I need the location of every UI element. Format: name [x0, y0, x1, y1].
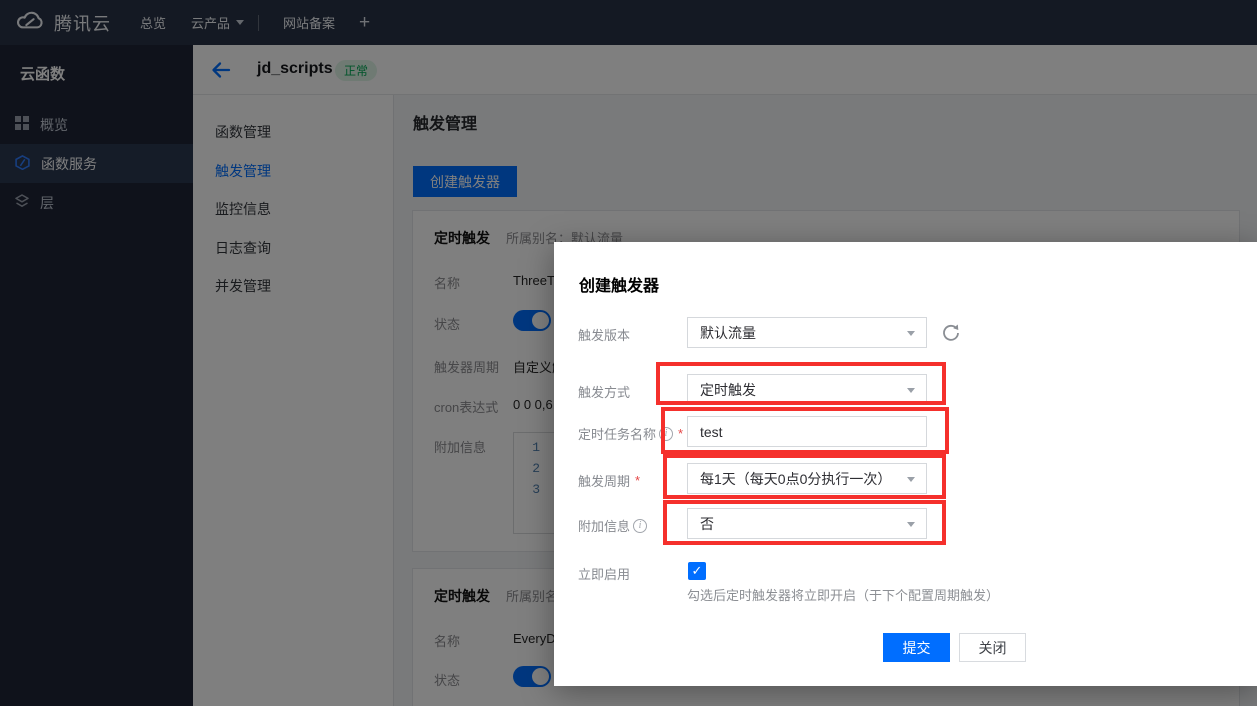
- extra-info-select[interactable]: 否: [687, 508, 927, 539]
- method-label: 触发方式: [578, 382, 630, 401]
- chevron-down-icon: [907, 522, 915, 527]
- enable-helper-text: 勾选后定时触发器将立即开启（于下个配置周期触发）: [687, 585, 999, 604]
- version-select[interactable]: 默认流量: [687, 317, 927, 348]
- chevron-down-icon: [907, 331, 915, 336]
- method-select[interactable]: 定时触发: [687, 374, 927, 405]
- info-icon[interactable]: [633, 519, 647, 533]
- required-asterisk: *: [678, 426, 683, 441]
- task-name-label: 定时任务名称 *: [578, 424, 683, 443]
- info-icon[interactable]: [659, 427, 673, 441]
- chevron-down-icon: [907, 477, 915, 482]
- enable-checkbox[interactable]: [688, 562, 706, 580]
- create-trigger-modal: 创建触发器 触发版本 默认流量 触发方式 定时触发 定时任务名称 *: [554, 242, 1257, 686]
- version-label: 触发版本: [578, 325, 630, 344]
- close-button[interactable]: 关闭: [959, 633, 1026, 662]
- page: 腾讯云 总览 云产品 网站备案 + 云函数 概览: [0, 0, 1257, 706]
- period-label: 触发周期 *: [578, 471, 640, 490]
- extra-info-label: 附加信息: [578, 516, 647, 535]
- modal-title: 创建触发器: [579, 272, 659, 296]
- chevron-down-icon: [907, 388, 915, 393]
- submit-button[interactable]: 提交: [883, 633, 950, 662]
- required-asterisk: *: [635, 473, 640, 488]
- period-select[interactable]: 每1天（每天0点0分执行一次）: [687, 463, 927, 494]
- task-name-input[interactable]: [687, 416, 927, 447]
- refresh-icon[interactable]: [941, 323, 961, 343]
- enable-label: 立即启用: [578, 564, 630, 583]
